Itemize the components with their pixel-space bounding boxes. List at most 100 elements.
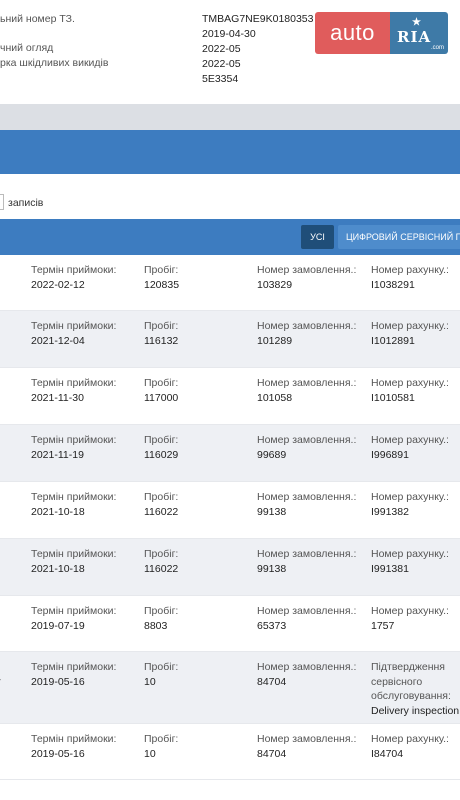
order-number-label: Номер замовлення.: — [257, 377, 357, 389]
acceptance-date-label: Термін приймоки: — [31, 320, 117, 332]
first-registration-value: 2019-04-30 — [202, 28, 256, 40]
invoice-number-label: Номер рахунку.: — [371, 605, 449, 617]
mileage-value: 8803 — [144, 619, 168, 632]
mileage-label: Пробіг: — [144, 491, 179, 503]
order-number: Номер замовлення.: 103829 — [257, 263, 357, 292]
service-record-row[interactable]: Термін приймоки: 2021-12-04 Пробіг: 116132 Н… — [0, 311, 460, 368]
service-record-row[interactable]: Термін приймоки: 2019-05-16 Пробіг: 10 Номер… — [0, 724, 460, 780]
invoice-number: Номер рахунку.: I991381 — [371, 547, 460, 576]
section-header-bar — [0, 130, 460, 174]
tab-all[interactable]: УСІ — [301, 225, 334, 249]
acceptance-date-value: 2021-12-04 — [31, 334, 85, 347]
mileage-value: 116132 — [144, 334, 179, 347]
invoice-number: Номер рахунку.: I84704 — [371, 732, 460, 761]
inspection-value: 2022-05 — [202, 43, 241, 55]
order-number-value: 99689 — [257, 448, 287, 461]
invoice-number-value: I1010581 — [371, 391, 415, 404]
acceptance-date-label: Термін приймоки: — [31, 548, 117, 560]
service-confirmation-value: Delivery inspection — [371, 704, 460, 717]
acceptance-date: Термін приймоки: 2019-05-16 — [31, 660, 141, 689]
section-divider — [0, 104, 460, 130]
order-number: Номер замовлення.: 101289 — [257, 319, 357, 348]
autoria-logo[interactable]: auto ★ RIA .com — [315, 12, 448, 54]
mileage: Пробіг: 10 — [144, 660, 234, 689]
tab-digital-service-plan[interactable]: ЦИФРОВИЙ СЕРВІСНИЙ ПЛАН — [338, 225, 460, 249]
invoice-number-label: Номер рахунку.: — [371, 434, 449, 446]
service-record-row[interactable]: Термін приймоки: 2021-10-18 Пробіг: 116022 Н… — [0, 482, 460, 539]
acceptance-date-label: Термін приймоки: — [31, 661, 117, 673]
mileage-label: Пробіг: — [144, 264, 179, 276]
mileage: Пробіг: 116022 — [144, 547, 234, 576]
acceptance-date-value: 2021-10-18 — [31, 562, 85, 575]
entries-select[interactable] — [0, 194, 4, 210]
order-number-label: Номер замовлення.: — [257, 548, 357, 560]
invoice-number-value: I84704 — [371, 747, 404, 760]
mileage-value: 117000 — [144, 391, 179, 404]
invoice-number: Номер рахунку.: I991382 — [371, 490, 460, 519]
mileage-label: Пробіг: — [144, 733, 179, 745]
mileage-value: 116022 — [144, 505, 179, 518]
acceptance-date: Термін приймоки: 2021-10-18 — [31, 490, 141, 519]
invoice-number-label: Номер рахунку.: — [371, 733, 449, 745]
mileage-value: 120835 — [144, 278, 180, 291]
invoice-number-value: I991381 — [371, 562, 409, 575]
order-number-label: Номер замовлення.: — [257, 491, 357, 503]
vin-label: ьний номер ТЗ. — [0, 13, 75, 25]
order-number: Номер замовлення.: 84704 — [257, 660, 357, 689]
service-record-row[interactable]: Термін приймоки: 2021-11-30 Пробіг: 117000 Н… — [0, 368, 460, 425]
order-number-label: Номер замовлення.: — [257, 434, 357, 446]
mileage: Пробіг: 120835 — [144, 263, 234, 292]
invoice-number: Номер рахунку.: 1757 — [371, 604, 460, 633]
acceptance-date-value: 2021-11-19 — [31, 448, 84, 461]
mileage-value: 116029 — [144, 448, 179, 461]
invoice-number-label: Номер рахунку.: — [371, 491, 449, 503]
order-number-label: Номер замовлення.: — [257, 733, 357, 745]
order-number-label: Номер замовлення.: — [257, 264, 357, 276]
acceptance-date-label: Термін приймоки: — [31, 605, 117, 617]
invoice-number-label: Номер рахунку.: — [371, 548, 449, 560]
entries-control: записів — [0, 190, 460, 214]
invoice-number-value: 1757 — [371, 619, 395, 632]
acceptance-date: Термін приймоки: 2019-05-16 — [31, 732, 141, 761]
mileage-label: Пробіг: — [144, 434, 179, 446]
mileage: Пробіг: 116029 — [144, 433, 234, 462]
order-number-value: 84704 — [257, 675, 287, 688]
invoice-number: Номер рахунку.: I1012891 — [371, 319, 460, 348]
invoice-number-label: Номер рахунку.: — [371, 264, 449, 276]
service-record-row[interactable]: Термін приймоки: 2021-10-18 Пробіг: 116022 Н… — [0, 539, 460, 596]
acceptance-date-label: Термін приймоки: — [31, 733, 117, 745]
invoice-number-label: Номер рахунку.: — [371, 377, 449, 389]
order-number-label: Номер замовлення.: — [257, 661, 357, 673]
invoice-number-value: I991382 — [371, 505, 409, 518]
acceptance-date-label: Термін приймоки: — [31, 434, 117, 446]
acceptance-date: Термін приймоки: 2021-10-18 — [31, 547, 141, 576]
order-number: Номер замовлення.: 99138 — [257, 547, 357, 576]
acceptance-date: Термін приймоки: 2021-12-04 — [31, 319, 141, 348]
service-record-row[interactable]: Термін приймоки: 2019-05-16 Пробіг: 10 Номер… — [0, 652, 460, 724]
order-number-value: 103829 — [257, 278, 293, 291]
acceptance-date: Термін приймоки: 2021-11-19 — [31, 433, 141, 462]
invoice-number: Номер рахунку.: I996891 — [371, 433, 460, 462]
mileage: Пробіг: 116132 — [144, 319, 234, 348]
order-number-value: 99138 — [257, 562, 287, 575]
mileage-label: Пробіг: — [144, 548, 179, 560]
invoice-number-value: I1012891 — [371, 334, 415, 347]
vin-value: TMBAG7NE9K0180353 — [202, 13, 314, 25]
mileage-value: 10 — [144, 675, 156, 688]
invoice-number: Номер рахунку.: I1038291 — [371, 263, 460, 292]
service-record-row[interactable]: Термін приймоки: 2021-11-19 Пробіг: 116029 Н… — [0, 425, 460, 482]
acceptance-date-value: 2019-05-16 — [31, 747, 85, 760]
mileage: Пробіг: 10 — [144, 732, 234, 761]
service-record-row[interactable]: Термін приймоки: 2022-02-12 Пробіг: 120835 Н… — [0, 255, 460, 311]
acceptance-date-value: 2021-10-18 — [31, 505, 85, 518]
acceptance-date-value: 2019-05-16 — [31, 675, 85, 688]
acceptance-date-value: 2021-11-30 — [31, 391, 84, 404]
mileage-label: Пробіг: — [144, 320, 179, 332]
mileage: Пробіг: 116022 — [144, 490, 234, 519]
order-number: Номер замовлення.: 99138 — [257, 490, 357, 519]
invoice-number-value: I996891 — [371, 448, 409, 461]
entries-label: записів — [8, 197, 44, 209]
filter-tab-bar: УСІ ЦИФРОВИЙ СЕРВІСНИЙ ПЛАН — [0, 219, 460, 255]
service-record-row[interactable]: Термін приймоки: 2019-07-19 Пробіг: 8803 Ном… — [0, 596, 460, 652]
acceptance-date-value: 2019-07-19 — [31, 619, 85, 632]
